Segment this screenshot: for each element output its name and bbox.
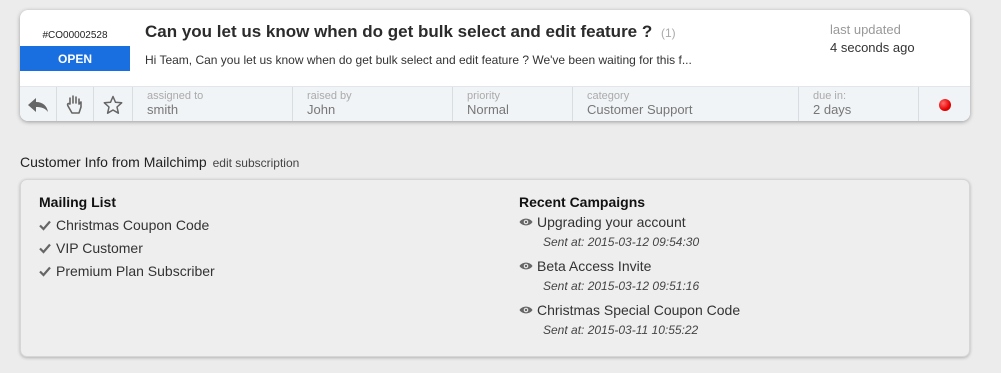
campaign-name-row: Upgrading your account [519,213,740,231]
eye-icon [519,262,533,270]
status-badge: OPEN [20,46,130,71]
ticket-preview: Hi Team, Can you let us know when do get… [145,53,692,67]
mailchimp-section-title: Customer Info from Mailchimp [20,154,207,170]
due-in-field[interactable]: due in: 2 days [799,87,919,121]
ticket-title[interactable]: Can you let us know when do get bulk sel… [145,22,805,42]
mailchimp-info-panel: Mailing List Christmas Coupon Code VIP C… [20,179,970,357]
campaign-sent-at: Sent at: 2015-03-12 09:51:16 [543,279,700,293]
campaign-name: Beta Access Invite [537,258,652,274]
eye-icon [519,306,533,314]
raised-by-label: raised by [307,90,352,102]
checkmark-icon [39,266,51,277]
priority-value: Normal [467,102,509,117]
grab-hand-icon [66,94,82,114]
list-item: VIP Customer [39,236,215,259]
campaign-name-row: Christmas Special Coupon Code [519,301,740,319]
due-in-label: due in: [813,90,847,102]
campaign-name: Christmas Special Coupon Code [537,302,741,318]
recent-campaigns-list: Upgrading your account Sent at: 2015-03-… [519,213,740,345]
list-item: Upgrading your account Sent at: 2015-03-… [519,213,740,257]
mailing-list-name: VIP Customer [56,239,143,256]
list-item: Christmas Special Coupon Code Sent at: 2… [519,301,740,345]
list-item: Christmas Coupon Code [39,213,215,236]
checkmark-icon [39,243,51,254]
eye-icon [519,218,533,226]
list-item: Premium Plan Subscriber [39,259,215,282]
raised-by-value: John [307,102,336,117]
ticket-reply-count: (1) [660,26,676,40]
reply-icon [28,97,48,112]
priority-label: priority [467,90,501,102]
last-updated-value: 4 seconds ago [830,40,915,55]
star-button[interactable] [94,87,133,121]
mailing-list-title: Mailing List [39,194,116,210]
list-item: Beta Access Invite Sent at: 2015-03-12 0… [519,257,740,301]
mailing-list-name: Premium Plan Subscriber [56,262,215,279]
campaign-name: Upgrading your account [537,214,686,230]
priority-field[interactable]: priority Normal [453,87,573,121]
checkmark-icon [39,220,51,231]
campaign-sent-at: Sent at: 2015-03-11 10:55:22 [543,323,699,337]
category-value: Customer Support [587,102,693,117]
last-updated-label: last updated [830,22,901,37]
category-field[interactable]: category Customer Support [573,87,799,121]
assigned-to-value: smith [147,102,179,117]
star-icon [103,95,123,114]
ticket-card[interactable]: #CO00002528 OPEN Can you let us know whe… [20,10,970,121]
mailing-list: Christmas Coupon Code VIP Customer Premi… [39,213,215,282]
mailing-list-name: Christmas Coupon Code [56,216,210,233]
reply-button[interactable] [20,87,57,121]
ticket-toolbar: assigned to smith raised by John priorit… [20,86,970,121]
raised-by-field[interactable]: raised by John [293,87,453,121]
status-indicator [919,87,970,121]
ticket-id: #CO00002528 [42,30,108,41]
assigned-to-label: assigned to [147,90,204,102]
recent-campaigns-title: Recent Campaigns [519,194,646,210]
due-in-value: 2 days [813,102,852,117]
campaign-sent-at: Sent at: 2015-03-12 09:54:30 [543,235,700,249]
mailchimp-section-header: Customer Info from Mailchimp edit subscr… [20,154,299,170]
pick-up-button[interactable] [57,87,94,121]
category-label: category [587,90,630,102]
campaign-name-row: Beta Access Invite [519,257,740,275]
ticket-title-text[interactable]: Can you let us know when do get bulk sel… [145,22,652,41]
assigned-to-field[interactable]: assigned to smith [133,87,293,121]
edit-subscription-link[interactable]: edit subscription [213,156,300,170]
red-status-dot-icon [938,98,951,111]
